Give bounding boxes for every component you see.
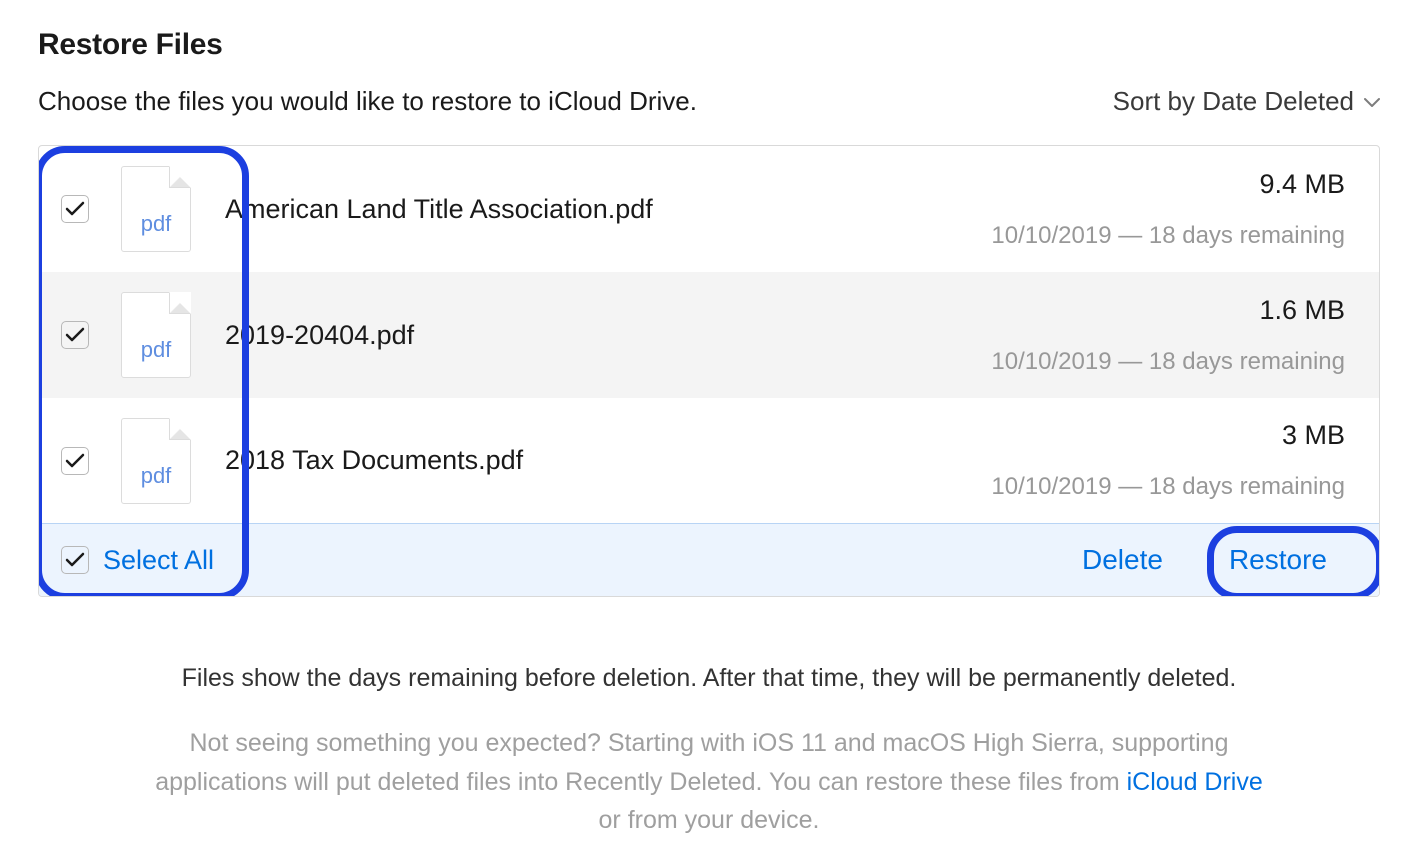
chevron-down-icon	[1364, 86, 1380, 117]
delete-button[interactable]: Delete	[1064, 538, 1181, 582]
file-size: 1.6 MB	[991, 295, 1345, 326]
file-list-panel: pdf American Land Title Association.pdf …	[38, 145, 1380, 597]
file-meta: 10/10/2019 — 18 days remaining	[991, 348, 1345, 376]
pdf-file-icon: pdf	[121, 292, 191, 378]
file-checkbox[interactable]	[61, 195, 89, 223]
instructions-text: Choose the files you would like to resto…	[38, 86, 697, 117]
file-name: 2019-20404.pdf	[225, 320, 991, 351]
file-row[interactable]: pdf American Land Title Association.pdf …	[39, 146, 1379, 272]
restore-button[interactable]: Restore	[1211, 538, 1345, 582]
sort-dropdown[interactable]: Sort by Date Deleted	[1113, 86, 1380, 117]
file-checkbox[interactable]	[61, 321, 89, 349]
page-title: Restore Files	[38, 28, 1380, 62]
file-row[interactable]: pdf 2019-20404.pdf 1.6 MB 10/10/2019 — 1…	[39, 272, 1379, 398]
help-subnote: Not seeing something you expected? Start…	[149, 724, 1269, 840]
icloud-drive-link[interactable]: iCloud Drive	[1127, 768, 1263, 796]
pdf-file-icon: pdf	[121, 418, 191, 504]
select-all-control[interactable]: Select All	[61, 545, 214, 576]
file-checkbox[interactable]	[61, 447, 89, 475]
file-meta: 10/10/2019 — 18 days remaining	[991, 473, 1345, 501]
pdf-file-icon: pdf	[121, 166, 191, 252]
file-size: 3 MB	[991, 420, 1345, 451]
select-all-checkbox[interactable]	[61, 546, 89, 574]
file-meta: 10/10/2019 — 18 days remaining	[991, 222, 1345, 250]
file-row[interactable]: pdf 2018 Tax Documents.pdf 3 MB 10/10/20…	[39, 398, 1379, 524]
deletion-footnote: Files show the days remaining before del…	[38, 659, 1380, 698]
file-name: American Land Title Association.pdf	[225, 194, 991, 225]
select-all-label: Select All	[103, 545, 214, 576]
file-size: 9.4 MB	[991, 169, 1345, 200]
sort-label: Sort by Date Deleted	[1113, 86, 1354, 117]
action-bar: Select All Delete Restore	[39, 524, 1379, 596]
file-name: 2018 Tax Documents.pdf	[225, 445, 991, 476]
